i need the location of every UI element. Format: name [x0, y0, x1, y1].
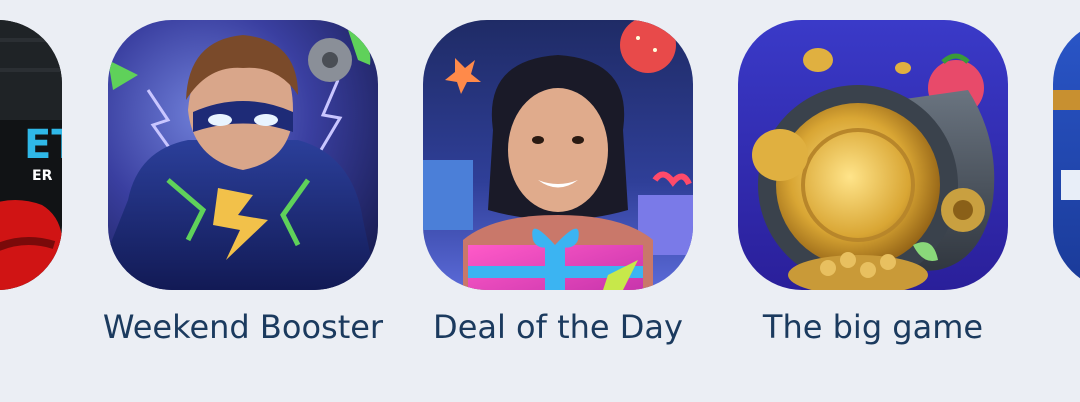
promo-thumbnail[interactable]: ET ER [0, 20, 62, 290]
weekend-booster-image[interactable] [108, 20, 378, 290]
the-big-game-image[interactable] [738, 20, 1008, 290]
promo-thumbnail[interactable] [1053, 20, 1080, 290]
promo-card-the-big-game[interactable]: The big game [738, 20, 1008, 346]
partial-promo-title: ET [24, 122, 62, 168]
promo-title[interactable]: Deal of the Day [383, 308, 733, 346]
promo-carousel: ET ER [0, 0, 1080, 402]
promo-card-weekend-booster[interactable]: Weekend Booster [103, 20, 383, 346]
promo-card-deal-of-the-day[interactable]: Deal of the Day [423, 20, 693, 346]
deal-of-the-day-image[interactable] [423, 20, 693, 290]
promo-card-partial-right[interactable] [1053, 20, 1080, 290]
promo-title[interactable]: The big game [698, 308, 1048, 346]
promo-title[interactable]: Weekend Booster [68, 308, 418, 346]
promo-card-partial-left[interactable]: ET ER [0, 20, 62, 290]
partial-promo-subtitle: ER [32, 168, 53, 184]
